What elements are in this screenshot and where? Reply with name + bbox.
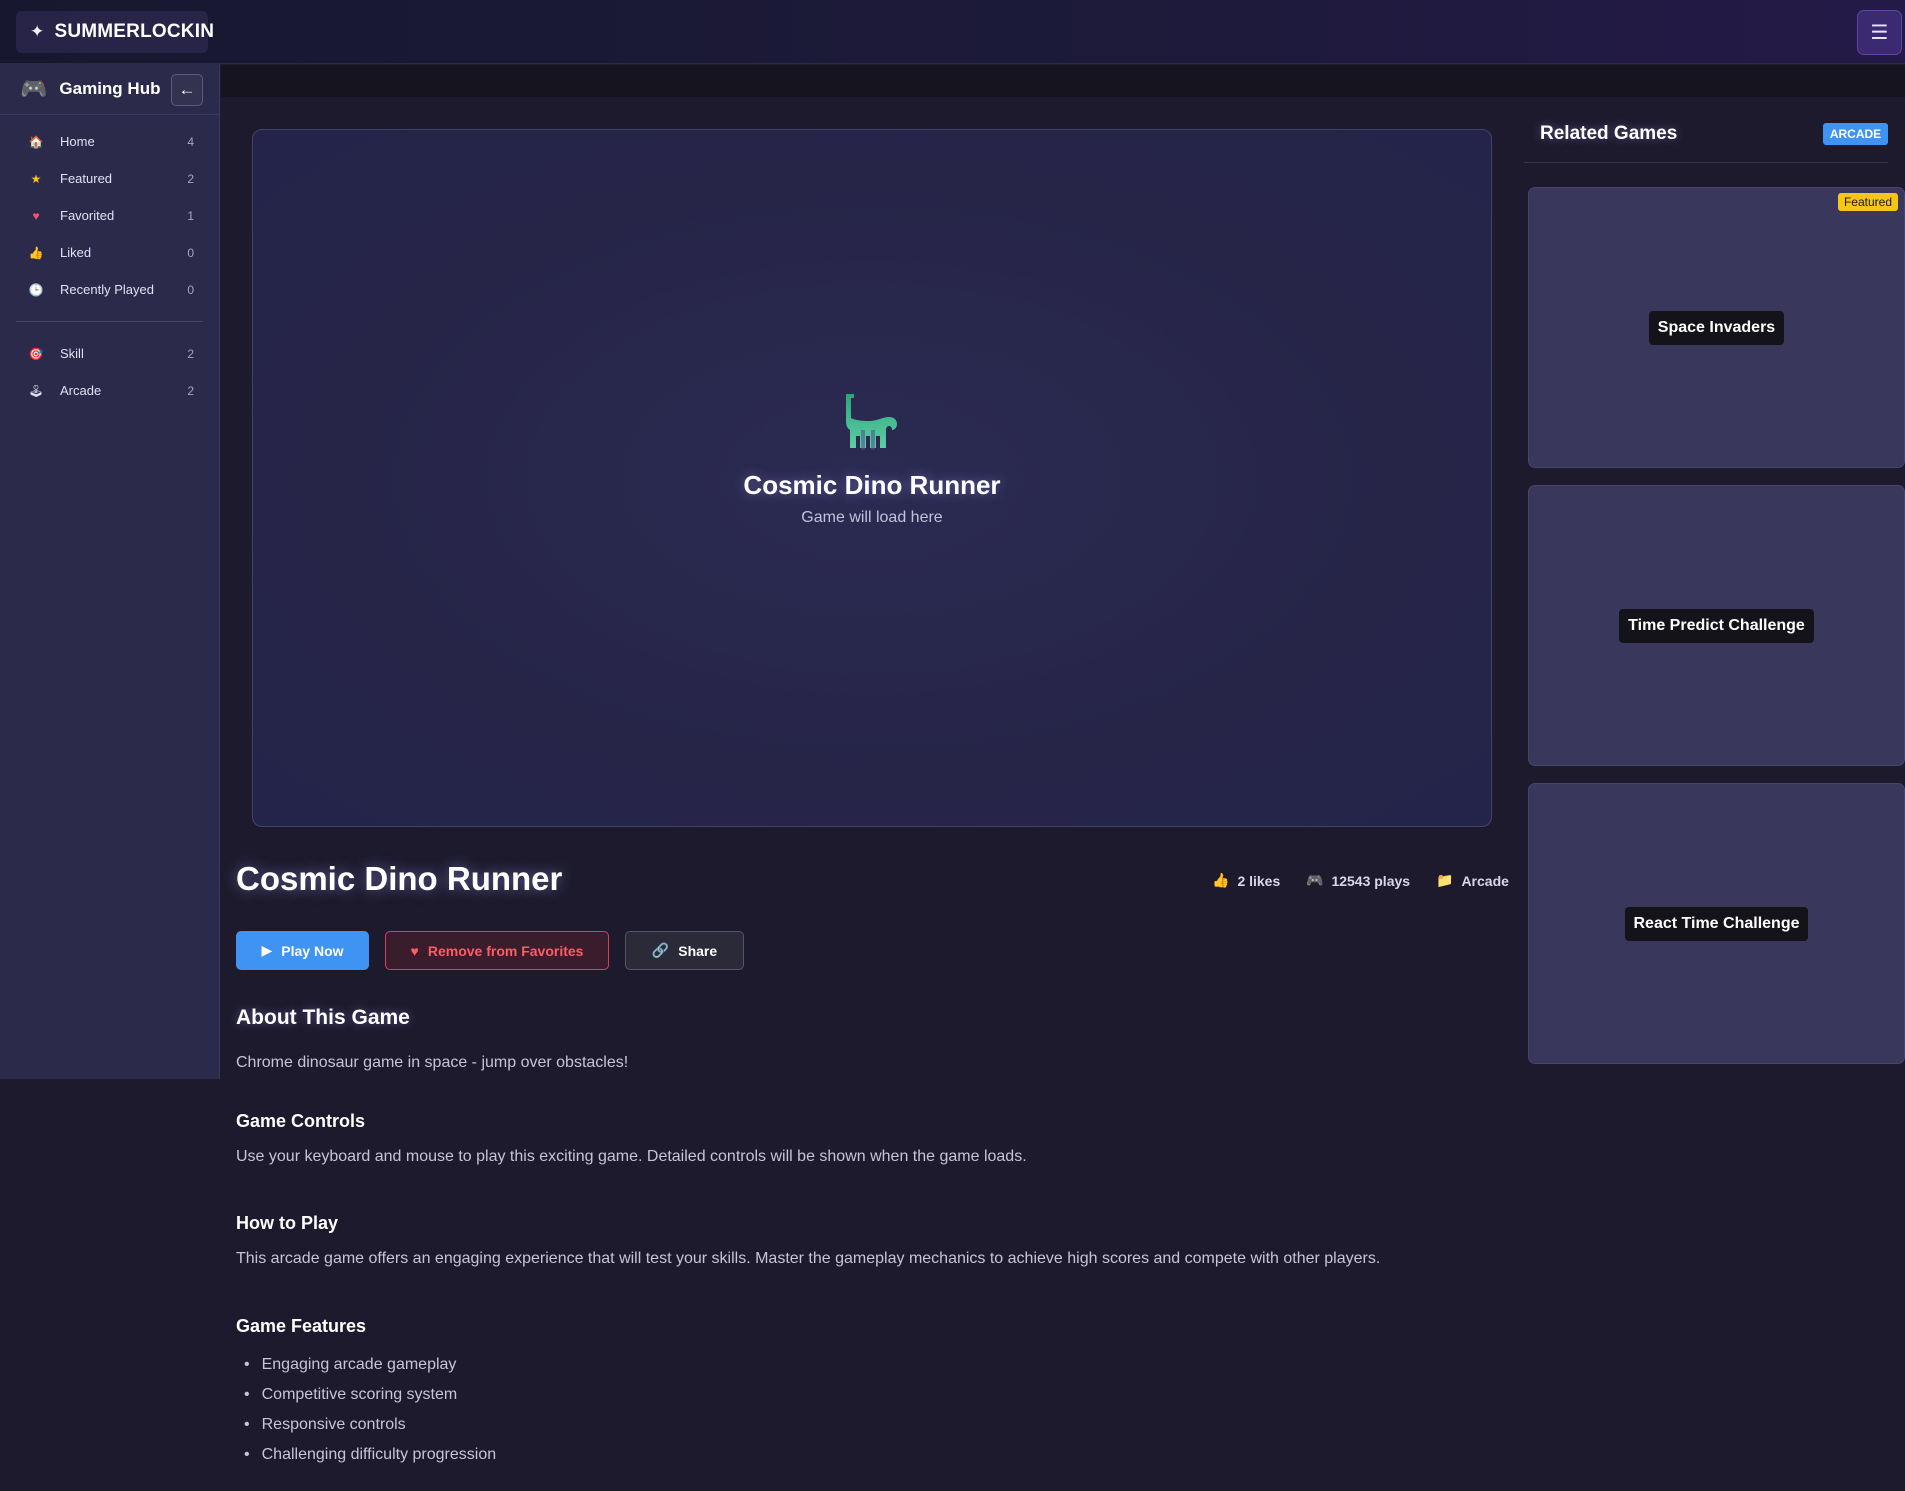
- gamepad-icon: 🎮: [1306, 872, 1324, 888]
- about-heading: About This Game: [236, 1006, 410, 1029]
- category-badge: ARCADE: [1823, 123, 1888, 145]
- sidebar-item-label: Arcade: [60, 383, 102, 398]
- sidebar-item-label: Recently Played: [60, 282, 154, 297]
- related-game-title: Time Predict Challenge: [1619, 608, 1814, 643]
- play-now-label: Play Now: [281, 942, 344, 959]
- game-title: Cosmic Dino Runner: [236, 860, 563, 897]
- target-icon: 🎯: [28, 346, 44, 361]
- thumbs-up-icon: 👍: [28, 245, 44, 260]
- hamburger-icon: ☰: [1870, 22, 1889, 44]
- sidebar-item-skill[interactable]: 🎯 Skill 2: [0, 335, 219, 372]
- features-heading: Game Features: [236, 1316, 367, 1336]
- feature-item: Responsive controls: [236, 1410, 496, 1440]
- collapse-sidebar-button[interactable]: ←: [171, 74, 203, 106]
- related-games-title: Related Games: [1540, 123, 1678, 144]
- sidebar-item-label: Skill: [60, 346, 84, 361]
- sidebar-nav: 🏠 Home 4 ★ Featured 2 ♥ Favorited 1 👍 Li…: [0, 115, 219, 409]
- game-frame[interactable]: Cosmic Dino Runner Game will load here: [252, 129, 1492, 827]
- sidebar-item-recently-played[interactable]: 🕒 Recently Played 0: [0, 271, 219, 308]
- folder-icon: 📁: [1436, 872, 1454, 888]
- sidebar-item-label: Liked: [60, 245, 92, 260]
- remove-favorite-label: Remove from Favorites: [427, 942, 584, 959]
- link-icon: 🔗: [651, 942, 670, 958]
- featured-badge: Featured: [1837, 193, 1898, 211]
- controls-heading: Game Controls: [236, 1111, 366, 1131]
- related-game-title: Space Invaders: [1648, 310, 1785, 345]
- feature-item: Challenging difficulty progression: [236, 1440, 497, 1470]
- sidebar-item-arcade[interactable]: 🕹 Arcade 2: [0, 372, 219, 409]
- brand-name: SUMMERLOCKIN: [54, 21, 215, 42]
- remove-favorite-button[interactable]: ♥ Remove from Favorites: [385, 931, 609, 970]
- how-to-play-text: This arcade game offers an engaging expe…: [236, 1250, 1381, 1267]
- game-description: Chrome dinosaur game in space - jump ove…: [236, 1054, 629, 1071]
- sidebar-item-home[interactable]: 🏠 Home 4: [0, 123, 219, 160]
- sidebar-item-count: 2: [187, 346, 194, 361]
- sidebar-item-count: 1: [187, 208, 194, 223]
- related-game-title: React Time Challenge: [1624, 906, 1809, 941]
- sidebar-title: Gaming Hub: [59, 79, 161, 98]
- sidebar-item-count: 4: [187, 134, 194, 149]
- plays-count: 12543 plays: [1331, 872, 1411, 889]
- heart-icon: ♥: [410, 942, 419, 959]
- how-to-play-heading: How to Play: [236, 1213, 339, 1233]
- likes-stat: 👍 2 likes: [1212, 872, 1280, 889]
- sidebar-header: 🎮 Gaming Hub ←: [0, 64, 219, 115]
- sidebar-item-label: Featured: [60, 171, 113, 186]
- share-button[interactable]: 🔗 Share: [625, 931, 744, 970]
- heart-icon: ♥: [32, 208, 40, 223]
- hamburger-menu-button[interactable]: ☰: [1857, 10, 1902, 55]
- main-header-strip: [221, 65, 1905, 97]
- sidebar-item-count: 2: [187, 383, 194, 398]
- related-games-header: Related Games ARCADE: [1524, 113, 1888, 163]
- sidebar-item-label: Favorited: [60, 208, 115, 223]
- related-game-card[interactable]: React Time Challenge: [1528, 783, 1905, 1064]
- feature-item: Engaging arcade gameplay: [236, 1350, 496, 1380]
- feature-item: Competitive scoring system: [236, 1380, 496, 1410]
- likes-count: 2 likes: [1237, 872, 1281, 889]
- dinosaur-icon: [846, 393, 897, 450]
- category-name: Arcade: [1461, 872, 1509, 889]
- action-buttons: ▶ Play Now ♥ Remove from Favorites 🔗 Sha…: [236, 931, 760, 970]
- sidebar-divider: [16, 321, 203, 322]
- category-stat: 📁 Arcade: [1436, 872, 1509, 889]
- gamepad-icon: 🎮: [20, 76, 48, 101]
- play-now-button[interactable]: ▶ Play Now: [236, 931, 369, 970]
- sidebar: 🎮 Gaming Hub ← 🏠 Home 4 ★ Featured 2 ♥ F…: [0, 64, 220, 1079]
- top-bar: ✦ SUMMERLOCKIN ☰: [0, 0, 1905, 64]
- sidebar-item-liked[interactable]: 👍 Liked 0: [0, 234, 219, 271]
- play-icon: ▶: [261, 942, 273, 958]
- sidebar-item-label: Home: [60, 134, 95, 149]
- related-game-card[interactable]: Featured Space Invaders: [1528, 187, 1905, 468]
- game-frame-title: Cosmic Dino Runner: [743, 469, 1001, 500]
- sidebar-item-count: 0: [187, 245, 194, 260]
- share-label: Share: [678, 942, 718, 959]
- features-list: Engaging arcade gameplay Competitive sco…: [236, 1350, 497, 1470]
- sidebar-item-count: 2: [187, 171, 194, 186]
- game-frame-subtitle: Game will load here: [801, 508, 943, 526]
- sidebar-item-featured[interactable]: ★ Featured 2: [0, 160, 219, 197]
- joystick-icon: 🕹: [28, 383, 44, 398]
- brand-logo[interactable]: ✦ SUMMERLOCKIN: [16, 11, 214, 53]
- controls-text: Use your keyboard and mouse to play this…: [236, 1148, 1027, 1165]
- related-game-card[interactable]: Time Predict Challenge: [1528, 485, 1905, 766]
- star-icon: ★: [30, 171, 42, 186]
- sparkle-icon: ✦: [30, 22, 45, 41]
- home-icon: 🏠: [28, 134, 44, 149]
- clock-icon: 🕒: [28, 282, 44, 297]
- sidebar-item-favorited[interactable]: ♥ Favorited 1: [0, 197, 219, 234]
- arrow-left-icon: ←: [178, 80, 196, 99]
- plays-stat: 🎮 12543 plays: [1306, 872, 1410, 889]
- thumbs-up-icon: 👍: [1212, 872, 1230, 888]
- sidebar-item-count: 0: [187, 282, 194, 297]
